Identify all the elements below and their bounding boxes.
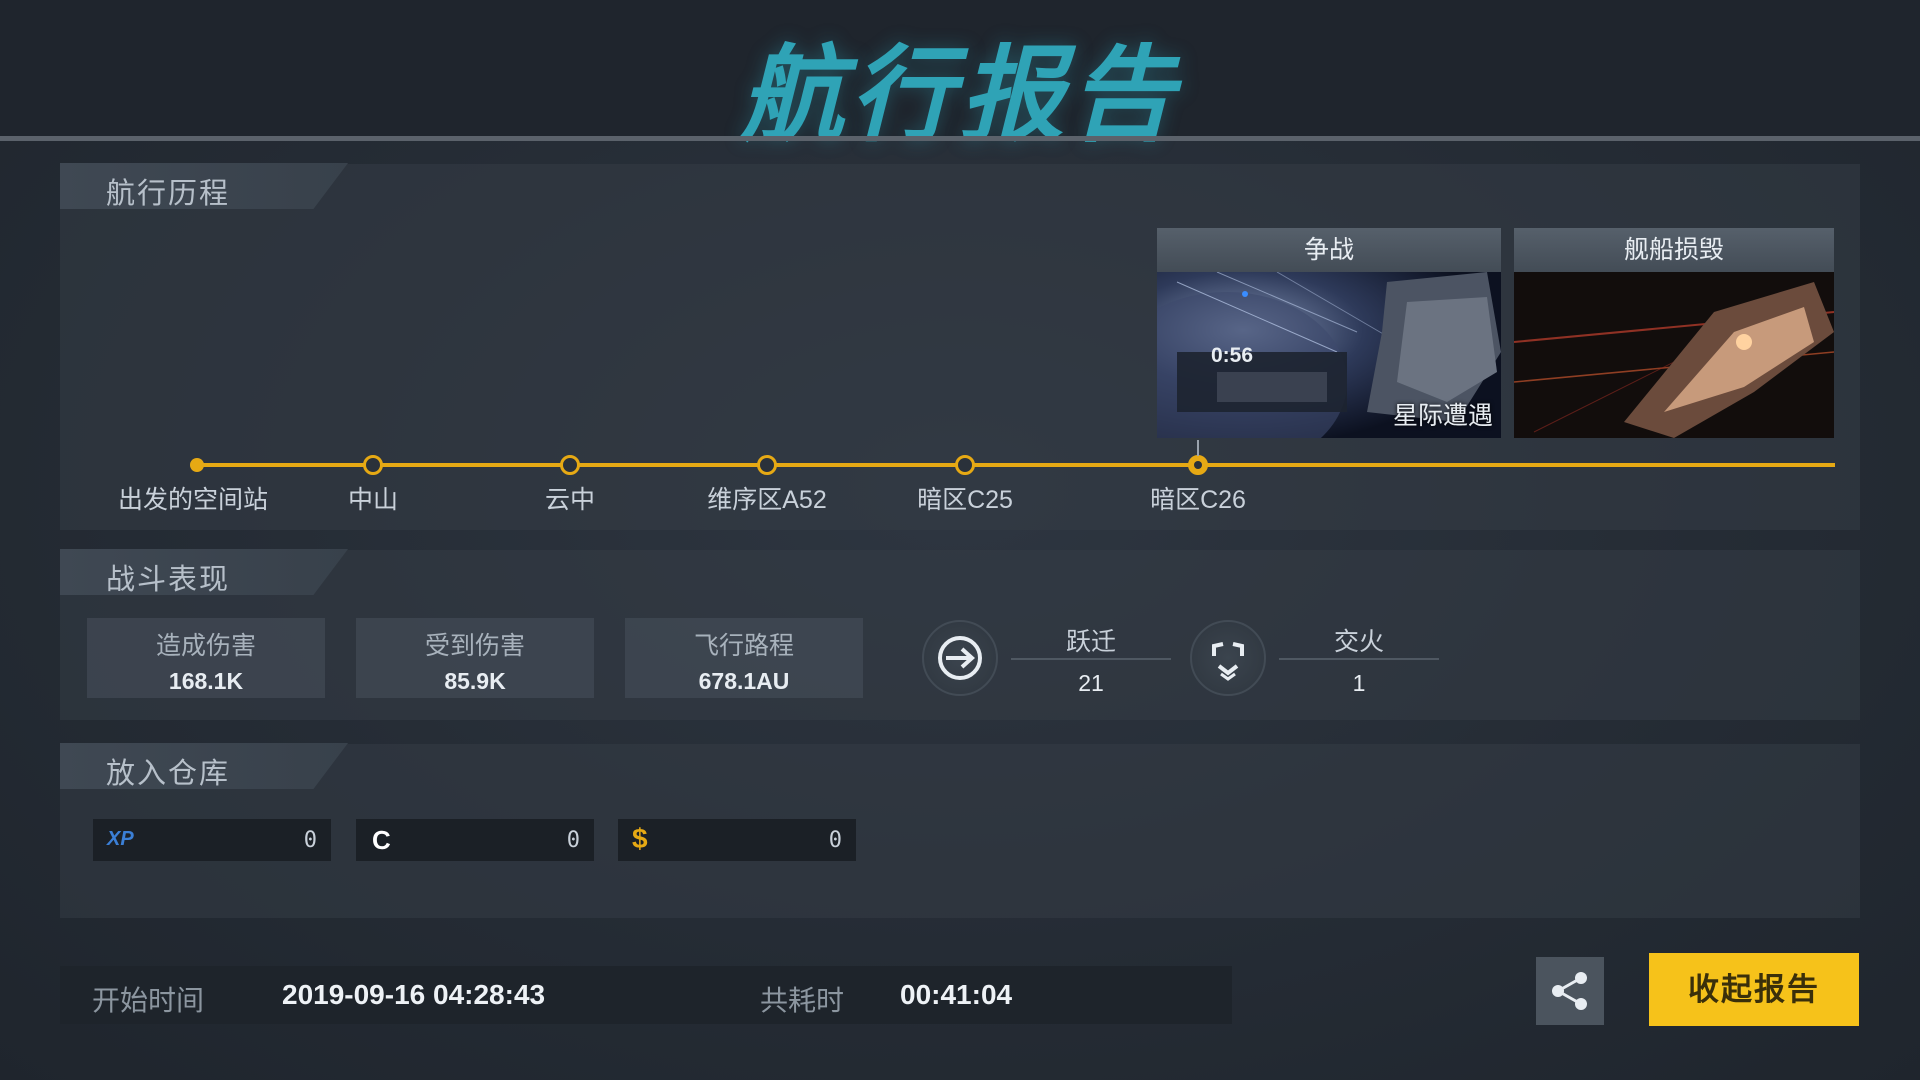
jump-label: 跃迁	[1065, 628, 1116, 656]
stat-damage-dealt: 造成伤害 168.1K	[87, 618, 325, 698]
stop-label: 暗区C26	[1150, 486, 1246, 514]
event-title: 舰船损毁	[1514, 228, 1834, 272]
event-caption: 星际遭遇	[1392, 402, 1493, 430]
header-divider	[0, 136, 1920, 141]
stop-label: 云中	[544, 486, 595, 514]
event-time: 0:56	[1211, 344, 1254, 367]
warehouse-item-xp: XP 0	[93, 819, 331, 861]
engage-divider	[1279, 658, 1439, 660]
timeline-node[interactable]	[757, 455, 777, 475]
stop-label: 暗区C25	[917, 486, 1013, 514]
warp-arrow-icon	[922, 620, 998, 696]
stop-label: 维序区A52	[707, 486, 827, 514]
xp-icon: XP	[107, 828, 134, 850]
jump-value: 21	[1078, 670, 1104, 696]
timeline-node[interactable]	[560, 455, 580, 475]
timeline-node-current[interactable]	[1188, 455, 1208, 475]
stat-value: 85.9K	[444, 668, 506, 694]
warehouse-value: 0	[828, 828, 842, 853]
warehouse-value: 0	[566, 828, 580, 853]
stat-value: 168.1K	[168, 668, 244, 694]
combat-section-label: 战斗表现	[106, 564, 231, 596]
event-card-battle[interactable]: 争战 0:56 星际遭遇	[1157, 228, 1501, 438]
event-title: 争战	[1157, 228, 1501, 272]
start-time-value: 2019-09-16 04:28:43	[282, 979, 546, 1010]
timeline-node[interactable]	[363, 455, 383, 475]
voyage-timeline	[197, 463, 1835, 467]
warehouse-item-credit: C 0	[356, 819, 594, 861]
voyage-section-label: 航行历程	[106, 178, 231, 210]
stop-label: 中山	[347, 486, 398, 514]
stat-label: 受到伤害	[424, 632, 525, 660]
stat-label: 飞行路程	[693, 632, 794, 660]
event-connector	[1197, 440, 1199, 456]
collapse-report-button[interactable]: 收起报告	[1649, 953, 1859, 1026]
engage-label: 交火	[1333, 628, 1384, 656]
timeline-node[interactable]	[955, 455, 975, 475]
footer-bar	[60, 966, 1232, 1024]
dollar-icon: $	[632, 823, 648, 854]
timeline-start-dot	[190, 458, 204, 472]
engage-value: 1	[1352, 670, 1366, 696]
share-icon	[1552, 972, 1587, 1010]
ship-destroyed-image	[1514, 272, 1834, 438]
start-time-label: 开始时间	[92, 985, 205, 1016]
warehouse-value: 0	[303, 828, 317, 853]
crosshair-icon	[1190, 620, 1266, 696]
warehouse-item-money: $ 0	[618, 819, 856, 861]
jump-divider	[1011, 658, 1171, 660]
credit-icon: C	[372, 825, 391, 855]
warehouse-section-label: 放入仓库	[106, 758, 231, 790]
share-button[interactable]	[1536, 957, 1604, 1025]
stat-label: 造成伤害	[155, 632, 256, 660]
duration-value: 00:41:04	[900, 979, 1013, 1010]
stat-flight-distance: 飞行路程 678.1AU	[625, 618, 863, 698]
duration-label: 共耗时	[760, 985, 845, 1016]
stat-value: 678.1AU	[698, 668, 790, 694]
event-card-ship-destroyed[interactable]: 舰船损毁	[1514, 228, 1834, 438]
stat-damage-taken: 受到伤害 85.9K	[356, 618, 594, 698]
